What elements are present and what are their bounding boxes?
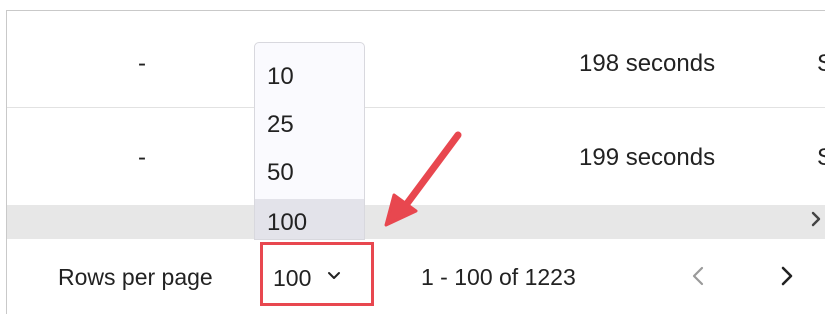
rows-per-page-value: 100 [273, 265, 312, 291]
annotation-arrow-icon [384, 131, 462, 227]
dropdown-option-25[interactable]: 25 [255, 101, 364, 149]
duration-cell: 198 seconds [579, 50, 716, 77]
table-cell: - [138, 50, 146, 77]
dropdown-option-100[interactable]: 100 [255, 199, 364, 239]
dropdown-option-10[interactable]: 10 [255, 53, 364, 101]
duration-cell: 199 seconds [579, 144, 716, 171]
pagination-range: 1 - 100 of 1223 [421, 264, 576, 290]
truncated-cell: S [817, 146, 825, 170]
dropdown-option-50[interactable]: 50 [255, 149, 364, 197]
chevron-down-icon [325, 267, 343, 285]
rows-per-page-dropdown: 10 25 50 100 [254, 42, 365, 240]
chevron-right-icon[interactable] [805, 207, 825, 237]
next-page-button[interactable] [772, 260, 802, 292]
pagination-bar: Rows per page 100 1 - 100 of 1223 [7, 240, 825, 314]
rows-per-page-label: Rows per page [58, 264, 213, 290]
rows-per-page-select[interactable]: 100 [260, 242, 374, 306]
previous-page-button[interactable] [683, 260, 713, 292]
table-cell: - [138, 144, 146, 171]
table-row: - 198 seconds S [7, 11, 825, 108]
truncated-cell: S [817, 52, 825, 76]
